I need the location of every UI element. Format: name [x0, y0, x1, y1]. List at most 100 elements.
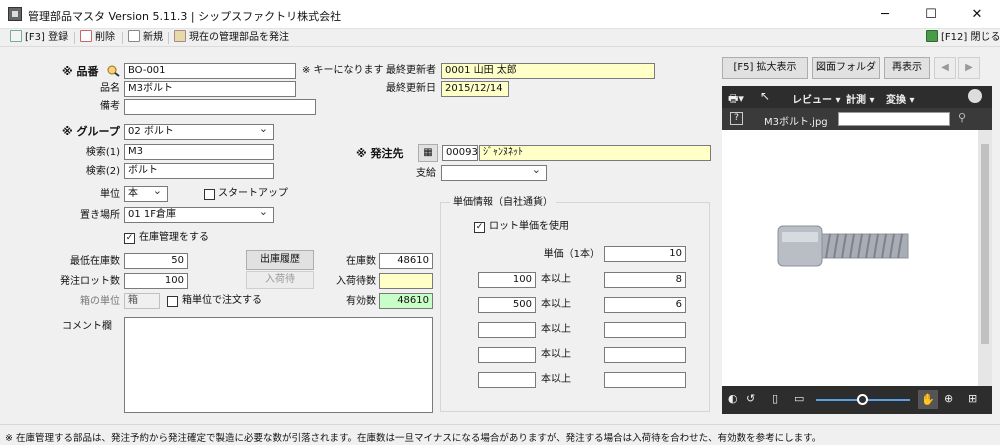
- location-label: 置き場所: [80, 210, 120, 221]
- history-button[interactable]: 出庫履歴: [246, 250, 314, 270]
- close-app-button[interactable]: [F12] 閉じる: [926, 30, 1000, 46]
- startup-label: スタートアップ: [218, 188, 288, 199]
- app-icon: [8, 7, 22, 21]
- supply-label: 支給: [416, 168, 436, 179]
- tier-price-field[interactable]: [604, 322, 686, 338]
- supply-select[interactable]: [441, 165, 547, 181]
- unit-select[interactable]: 本: [124, 186, 168, 202]
- tier-price-field[interactable]: 8: [604, 272, 686, 288]
- supplier-lookup-button[interactable]: ▦: [418, 144, 438, 162]
- scrollbar-thumb[interactable]: [981, 144, 989, 344]
- tier-qty-field[interactable]: [478, 347, 536, 363]
- print-icon[interactable]: 🖶▾: [728, 90, 744, 109]
- search1-label: 検索(1): [85, 147, 120, 158]
- prev-button[interactable]: ◀: [934, 57, 956, 79]
- minimize-button[interactable]: ─: [862, 0, 908, 29]
- price-tier-row: 本以上: [478, 347, 686, 363]
- stock-label: 在庫数: [346, 256, 376, 267]
- supplier-label: ※ 発注先: [356, 147, 404, 160]
- viewer-scrollbar[interactable]: [978, 130, 992, 386]
- status-text: ※ 在庫管理する部品は、発注予約から発注確定で製造に必要な数が引落されます。在庫…: [5, 433, 822, 444]
- part-no-field[interactable]: BO-001: [124, 63, 296, 79]
- toolbar-separator: [74, 32, 75, 44]
- refresh-button[interactable]: 再表示: [884, 57, 930, 79]
- viewer-file-name: M3ボルト.jpg: [764, 117, 828, 128]
- part-no-label: ※ 品番: [62, 65, 99, 78]
- search-icon[interactable]: ⚲: [958, 111, 966, 124]
- help-icon[interactable]: ?: [730, 112, 743, 125]
- window-title: 管理部品マスタ Version 5.11.3 | シップスファクトリ株式会社: [28, 10, 342, 23]
- comment-label: コメント欄: [62, 321, 112, 332]
- tier-price-field[interactable]: 6: [604, 297, 686, 313]
- tier-above-label: 本以上: [541, 374, 571, 385]
- price-tier-row: 本以上: [478, 372, 686, 388]
- location-select[interactable]: 01 1F倉庫: [124, 207, 274, 223]
- tier-qty-field[interactable]: [478, 372, 536, 388]
- page-icon[interactable]: ▯: [772, 392, 778, 405]
- new-document-icon: [128, 30, 140, 42]
- toolbar-separator: [122, 32, 123, 44]
- measure-menu[interactable]: 計測 ▾: [846, 91, 875, 106]
- remarks-field[interactable]: [124, 99, 316, 115]
- tier-qty-field[interactable]: 100: [478, 272, 536, 288]
- settings-icon[interactable]: [968, 89, 982, 103]
- updated-field: 2015/12/14: [441, 81, 509, 97]
- min-stock-field[interactable]: 50: [124, 253, 188, 269]
- close-window-button[interactable]: ✕: [954, 0, 1000, 29]
- updated-label: 最終更新日: [386, 83, 436, 94]
- box-order-checkbox[interactable]: [167, 296, 178, 307]
- delete-button[interactable]: 削除: [80, 30, 115, 46]
- tier-qty-field[interactable]: 500: [478, 297, 536, 313]
- maximize-button[interactable]: ☐: [908, 0, 954, 29]
- convert-menu[interactable]: 変換 ▾: [886, 91, 915, 106]
- drawing-folder-button[interactable]: 図面フォルダ: [812, 57, 880, 79]
- fit-icon[interactable]: ▭: [794, 392, 804, 405]
- supplier-name-field: ｼﾞｬﾝﾇﾈｯﾄ: [479, 145, 711, 161]
- search1-field[interactable]: M3: [124, 144, 274, 160]
- arrow-right-icon: ▶: [965, 62, 973, 73]
- lot-field[interactable]: 100: [124, 273, 188, 289]
- tier-qty-field[interactable]: [478, 322, 536, 338]
- box-unit-field: 箱: [124, 293, 160, 309]
- search-part-icon[interactable]: [106, 64, 120, 77]
- group-select[interactable]: 02 ボルト: [124, 124, 274, 140]
- stock-manage-checkbox[interactable]: ✓: [124, 233, 135, 244]
- tier-price-field[interactable]: [604, 372, 686, 388]
- building-icon: ▦: [423, 147, 433, 158]
- price-tier-row: 100 本以上 8: [478, 272, 686, 288]
- viewer-file-bar: ? M3ボルト.jpg ⚲: [722, 108, 992, 130]
- startup-checkbox[interactable]: [204, 189, 215, 200]
- register-button[interactable]: [F3] 登録: [10, 30, 68, 46]
- lot-price-checkbox[interactable]: ✓: [474, 222, 485, 233]
- toolbar-separator: [168, 32, 169, 44]
- group-label: ※ グループ: [62, 125, 120, 138]
- unit-price-field[interactable]: 10: [604, 246, 686, 262]
- contrast-icon[interactable]: ◐: [728, 392, 738, 405]
- order-current-button[interactable]: 現在の管理部品を発注: [174, 30, 289, 46]
- tier-above-label: 本以上: [541, 274, 571, 285]
- rotate-icon[interactable]: ↺: [746, 392, 755, 405]
- name-field[interactable]: M3ボルト: [124, 81, 296, 97]
- expand-button[interactable]: [F5] 拡大表示: [722, 57, 808, 79]
- toolbar: [F3] 登録 削除 新規 現在の管理部品を発注 [F12] 閉じる: [0, 29, 1000, 47]
- min-stock-label: 最低在庫数: [70, 256, 120, 267]
- supplier-code-field[interactable]: 00093: [442, 145, 478, 161]
- arrow-left-icon: ◀: [941, 62, 949, 73]
- order-icon: [174, 30, 186, 42]
- pointer-icon[interactable]: ↖: [760, 89, 770, 103]
- unit-price-label: 単価（1本）: [543, 249, 600, 260]
- exit-icon: [926, 30, 938, 42]
- next-button[interactable]: ▶: [958, 57, 980, 79]
- page-select[interactable]: [838, 112, 950, 126]
- comment-field[interactable]: [124, 317, 433, 413]
- review-menu[interactable]: レビュー ▾: [792, 91, 841, 106]
- zoom-icon[interactable]: ⊕: [944, 392, 953, 405]
- zoom-slider-handle[interactable]: [857, 394, 868, 405]
- updater-label: 最終更新者: [386, 65, 436, 76]
- tier-price-field[interactable]: [604, 347, 686, 363]
- search2-label: 検索(2): [85, 166, 120, 177]
- zoom-box-icon[interactable]: ⊞: [968, 392, 977, 405]
- pan-hand-icon[interactable]: ✋: [918, 390, 938, 409]
- search2-field[interactable]: ボルト: [124, 163, 274, 179]
- new-button[interactable]: 新規: [128, 30, 163, 46]
